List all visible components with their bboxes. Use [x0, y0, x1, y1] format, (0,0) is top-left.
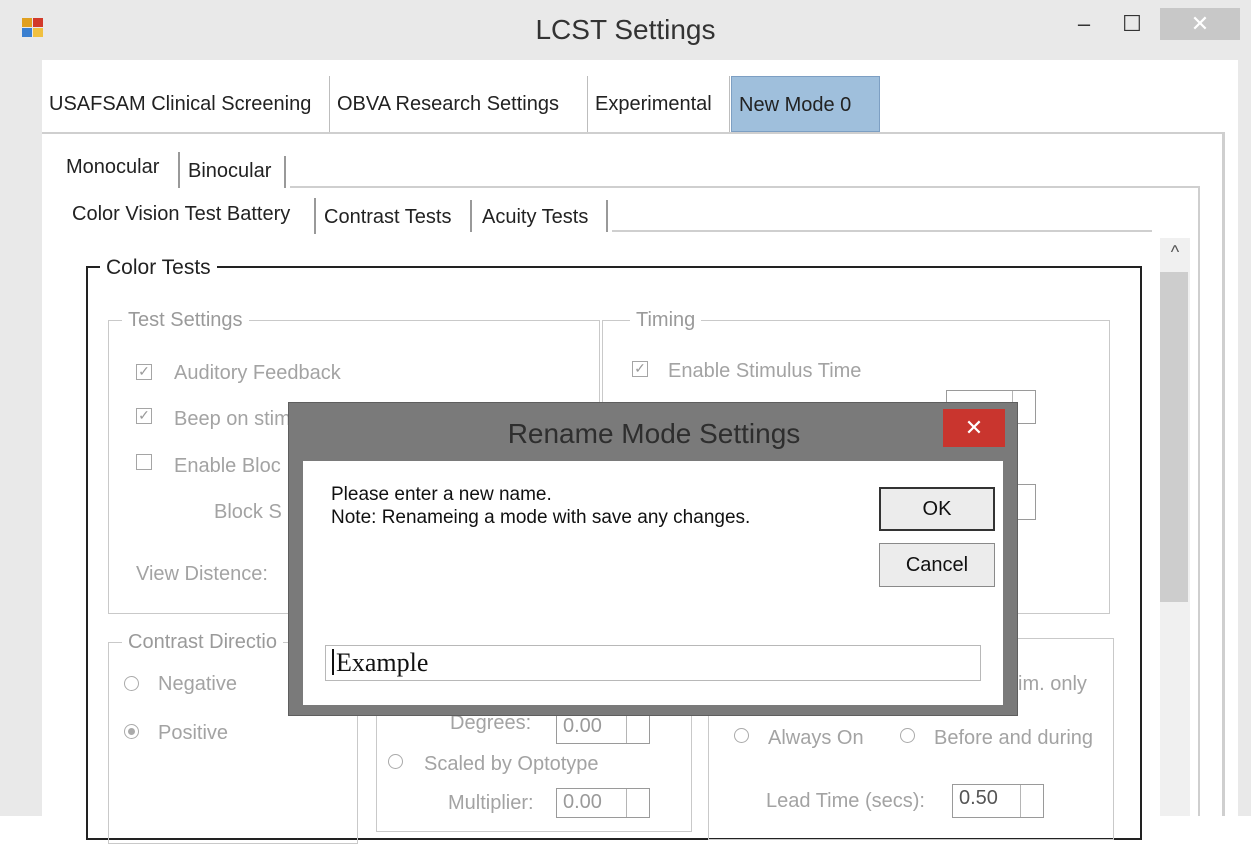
close-window-button[interactable]: ✕: [1160, 8, 1240, 40]
window-frame-right: [1238, 60, 1251, 816]
tab-acuity-tests[interactable]: Acuity Tests: [482, 206, 588, 229]
tab-monocular[interactable]: Monocular: [66, 156, 159, 179]
tab-contrast-tests[interactable]: Contrast Tests: [324, 206, 451, 229]
beep-on-stim-checkbox[interactable]: ✓: [136, 408, 152, 424]
lead-time-spinner[interactable]: 0.50: [952, 784, 1044, 818]
tab-separator: [178, 152, 180, 188]
scrollbar-thumb[interactable]: [1160, 272, 1188, 602]
cancel-button[interactable]: Cancel: [879, 543, 995, 587]
new-name-value: Example: [336, 648, 429, 677]
multiplier-value: 0.00: [563, 791, 602, 813]
window-frame-left: [0, 60, 42, 816]
dialog-message-line-2: Note: Renameing a mode with save any cha…: [331, 507, 751, 528]
tab-obva-research-settings[interactable]: OBVA Research Settings: [330, 76, 588, 132]
inner-panel-border: [290, 186, 1200, 188]
positive-radio[interactable]: [124, 724, 139, 739]
tab-usafsam-clinical-screening[interactable]: USAFSAM Clinical Screening: [42, 76, 330, 132]
spinner-arrows-icon[interactable]: [626, 713, 649, 743]
rename-mode-dialog: Rename Mode Settings ✕ Please enter a ne…: [288, 402, 1018, 716]
dialog-title: Rename Mode Settings: [507, 418, 801, 449]
enable-stimulus-time-label: Enable Stimulus Time: [668, 360, 862, 382]
before-and-during-radio[interactable]: [900, 728, 915, 743]
view-distance-label: View Distence:: [136, 563, 268, 585]
radio-selected-dot: [128, 728, 135, 735]
block-size-label: Block S: [214, 501, 282, 523]
tab-separator: [606, 200, 608, 232]
tab-panel-border: [42, 132, 1224, 134]
color-tests-legend: Color Tests: [100, 256, 217, 280]
degrees-spinner[interactable]: 0.00: [556, 712, 650, 744]
scroll-up-arrow-icon[interactable]: ^: [1160, 238, 1190, 266]
dialog-message: Please enter a new name. Note: Renameing…: [331, 483, 750, 529]
tab-binocular[interactable]: Binocular: [188, 160, 271, 183]
tab-panel-border-right: [1222, 132, 1225, 816]
negative-radio[interactable]: [124, 676, 139, 691]
tab-new-mode-0[interactable]: New Mode 0: [731, 76, 880, 132]
auditory-feedback-checkbox[interactable]: ✓: [136, 364, 152, 380]
contrast-direction-legend: Contrast Directio: [122, 631, 283, 654]
negative-label: Negative: [158, 673, 237, 695]
always-on-label: Always On: [768, 727, 864, 749]
tab-separator: [470, 200, 472, 232]
tab-color-vision-test-battery[interactable]: Color Vision Test Battery: [72, 203, 290, 226]
always-on-radio[interactable]: [734, 728, 749, 743]
test-panel-border: [612, 230, 1152, 232]
new-name-input[interactable]: Example: [325, 645, 981, 681]
before-and-during-label: Before and during: [934, 727, 1094, 749]
lead-time-label: Lead Time (secs):: [766, 790, 925, 812]
degrees-value: 0.00: [563, 715, 602, 737]
lead-time-value: 0.50: [959, 787, 998, 809]
beep-on-stim-label: Beep on stim: [174, 408, 291, 430]
tab-experimental[interactable]: Experimental: [588, 76, 730, 132]
dialog-close-button[interactable]: ✕: [943, 409, 1005, 447]
timing-legend: Timing: [630, 309, 702, 332]
spinner-arrows-icon[interactable]: [1020, 785, 1043, 817]
multiplier-label: Multiplier:: [448, 792, 534, 814]
tab-separator: [314, 198, 316, 234]
enable-stimulus-time-checkbox[interactable]: ✓: [632, 361, 648, 377]
auditory-feedback-label: Auditory Feedback: [174, 362, 341, 384]
text-caret: [332, 649, 334, 675]
tab-separator: [284, 156, 286, 188]
dialog-body: Please enter a new name. Note: Renameing…: [303, 461, 1003, 705]
scaled-by-optotype-label: Scaled by Optotype: [424, 753, 599, 775]
multiplier-spinner[interactable]: 0.00: [556, 788, 650, 818]
positive-label: Positive: [158, 722, 229, 744]
stim-only-label: im. only: [1018, 673, 1087, 695]
dialog-message-line-1: Please enter a new name.: [331, 484, 552, 505]
enable-block-label: Enable Bloc: [174, 455, 281, 477]
minimize-button[interactable]: –: [1064, 8, 1104, 40]
spinner-arrows-icon[interactable]: [626, 789, 649, 817]
inner-panel-border-right: [1198, 186, 1200, 816]
scaled-by-optotype-radio[interactable]: [388, 754, 403, 769]
ok-button[interactable]: OK: [879, 487, 995, 531]
enable-block-checkbox[interactable]: [136, 454, 152, 470]
maximize-button[interactable]: ☐: [1112, 8, 1152, 40]
test-settings-legend: Test Settings: [122, 309, 249, 332]
